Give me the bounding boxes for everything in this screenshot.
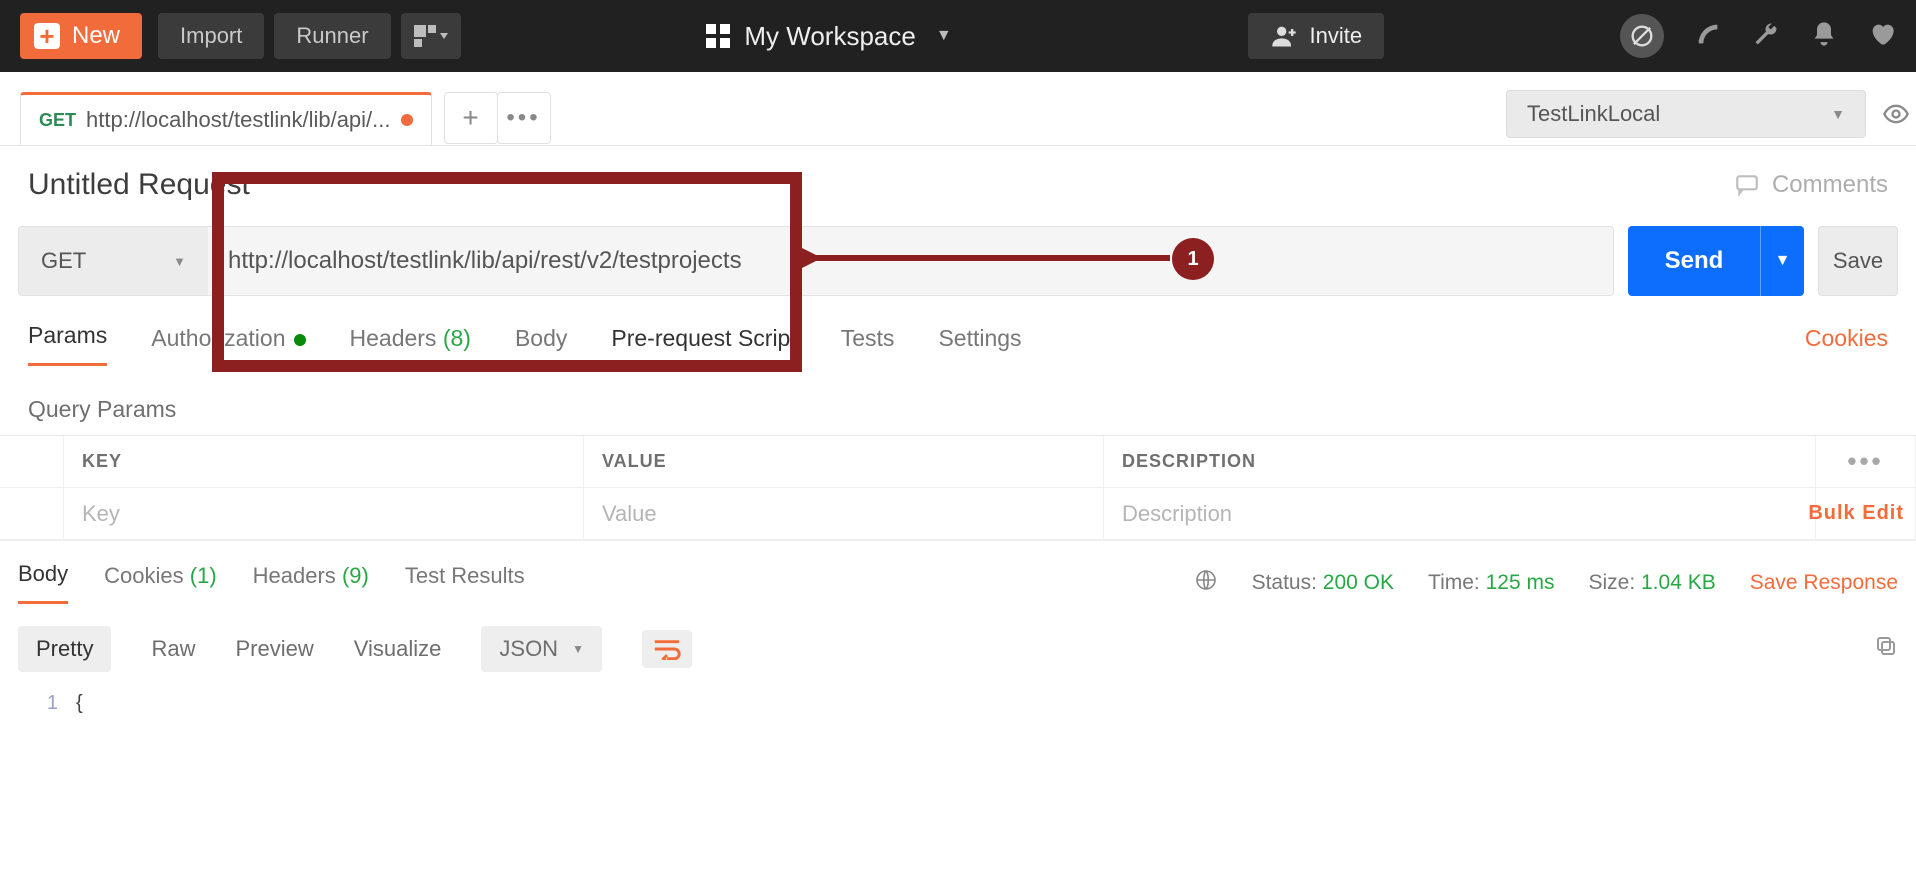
topbar: + New Import Runner My Workspace ▼ Invit… — [0, 0, 1916, 72]
request-title-row: Untitled Request Comments — [0, 146, 1916, 208]
wrap-icon — [652, 638, 682, 660]
tab-title: http://localhost/testlink/lib/api/... — [86, 107, 391, 133]
sync-off-icon[interactable] — [1620, 14, 1664, 58]
chevron-down-icon: ▼ — [173, 254, 186, 269]
environment-selected: TestLinkLocal — [1527, 101, 1660, 127]
response-toolbar: Pretty Raw Preview Visualize JSON ▼ — [0, 610, 1916, 688]
invite-button[interactable]: Invite — [1248, 13, 1385, 59]
resp-tab-cookies[interactable]: Cookies (1) — [104, 563, 217, 603]
comments-label: Comments — [1772, 171, 1888, 199]
code-line — [76, 692, 83, 715]
method-dropdown[interactable]: GET ▼ — [18, 226, 208, 296]
wrench-icon[interactable] — [1752, 20, 1780, 53]
heart-icon[interactable] — [1868, 20, 1896, 53]
workspace-switcher[interactable]: My Workspace ▼ — [706, 21, 951, 52]
description-header: DESCRIPTION — [1104, 436, 1816, 487]
size-meta: Size: 1.04 KB — [1588, 571, 1715, 595]
request-name[interactable]: Untitled Request — [28, 168, 250, 202]
invite-label: Invite — [1310, 23, 1363, 49]
resp-tab-headers[interactable]: Headers (9) — [253, 563, 369, 603]
chevron-down-icon: ▼ — [936, 27, 952, 45]
save-response-link[interactable]: Save Response — [1750, 571, 1898, 595]
view-pretty[interactable]: Pretty — [36, 636, 93, 662]
reorder-col — [0, 436, 64, 487]
runner-button[interactable]: Runner — [274, 13, 390, 59]
environment-eye-icon[interactable] — [1876, 90, 1916, 138]
url-input-wrapper — [208, 226, 1614, 296]
tab-body[interactable]: Body — [515, 325, 567, 366]
comment-icon — [1734, 172, 1760, 198]
auth-active-dot-icon — [294, 334, 306, 346]
save-button[interactable]: Save — [1818, 226, 1898, 296]
tab-prerequest[interactable]: Pre-request Script — [611, 325, 796, 366]
view-raw[interactable]: Raw — [151, 636, 195, 662]
query-params-label: Query Params — [0, 366, 1916, 435]
response-tabstrip: Body Cookies (1) Headers (9) Test Result… — [0, 540, 1916, 610]
create-new-dropdown[interactable] — [401, 13, 461, 59]
value-header: VALUE — [584, 436, 1104, 487]
method-value: GET — [41, 248, 86, 274]
view-visualize[interactable]: Visualize — [354, 636, 442, 662]
satellite-icon[interactable] — [1694, 20, 1722, 53]
bulk-edit-link[interactable]: Bulk Edit — [1808, 502, 1904, 525]
key-header: KEY — [64, 436, 584, 487]
globe-icon[interactable] — [1194, 568, 1218, 598]
tab-params[interactable]: Params — [28, 322, 107, 366]
table-header-row: KEY VALUE DESCRIPTION ••• — [0, 436, 1916, 488]
unsaved-dot-icon — [401, 114, 413, 126]
apps-icon — [706, 24, 730, 48]
invite-icon — [1270, 22, 1298, 50]
response-body[interactable]: 1 — [0, 688, 1916, 719]
tab-authorization[interactable]: Authorization — [151, 325, 305, 366]
plus-icon: + — [34, 23, 60, 49]
tab-method: GET — [39, 110, 76, 131]
comments-button[interactable]: Comments — [1734, 171, 1888, 199]
view-preview[interactable]: Preview — [235, 636, 313, 662]
new-label: New — [72, 22, 120, 50]
tab-overflow-button[interactable]: ••• — [497, 92, 551, 144]
query-params-table: KEY VALUE DESCRIPTION ••• Bulk Edit Key … — [0, 435, 1916, 540]
request-tab-active[interactable]: GET http://localhost/testlink/lib/api/..… — [20, 92, 432, 145]
tab-settings[interactable]: Settings — [938, 325, 1021, 366]
request-subtabs: Params Authorization Headers (8) Body Pr… — [0, 296, 1916, 366]
add-tab-button[interactable]: + — [444, 92, 498, 144]
send-button[interactable]: Send ▼ — [1628, 226, 1804, 296]
url-bar: GET ▼ Send ▼ Save — [0, 208, 1916, 296]
topbar-right — [1620, 14, 1896, 58]
status-meta: Status: 200 OK — [1252, 571, 1394, 595]
request-tabstrip: GET http://localhost/testlink/lib/api/..… — [0, 72, 1916, 146]
new-button[interactable]: + New — [20, 13, 142, 59]
workspace-label: My Workspace — [744, 21, 915, 52]
cookies-link[interactable]: Cookies — [1805, 325, 1888, 366]
tab-tests[interactable]: Tests — [841, 325, 895, 366]
environment-dropdown[interactable]: TestLinkLocal ▼ — [1506, 90, 1866, 138]
chevron-down-icon: ▼ — [572, 642, 584, 656]
copy-response-icon[interactable] — [1874, 634, 1898, 664]
line-number: 1 — [18, 692, 76, 715]
import-button[interactable]: Import — [158, 13, 264, 59]
wrap-lines-button[interactable] — [642, 630, 692, 668]
chevron-down-icon: ▼ — [1831, 106, 1845, 122]
time-meta: Time: 125 ms — [1428, 571, 1554, 595]
resp-tab-body[interactable]: Body — [18, 561, 68, 604]
table-options-button[interactable]: ••• — [1816, 436, 1916, 487]
tab-headers[interactable]: Headers (8) — [350, 325, 471, 366]
bell-icon[interactable] — [1810, 20, 1838, 53]
send-label: Send — [1628, 247, 1760, 275]
resp-tab-test-results[interactable]: Test Results — [405, 563, 525, 603]
format-dropdown[interactable]: JSON ▼ — [481, 626, 602, 672]
view-mode-segment: Pretty — [18, 626, 111, 672]
send-caret-icon[interactable]: ▼ — [1760, 226, 1804, 296]
url-input[interactable] — [228, 247, 1593, 275]
format-value: JSON — [499, 636, 558, 662]
